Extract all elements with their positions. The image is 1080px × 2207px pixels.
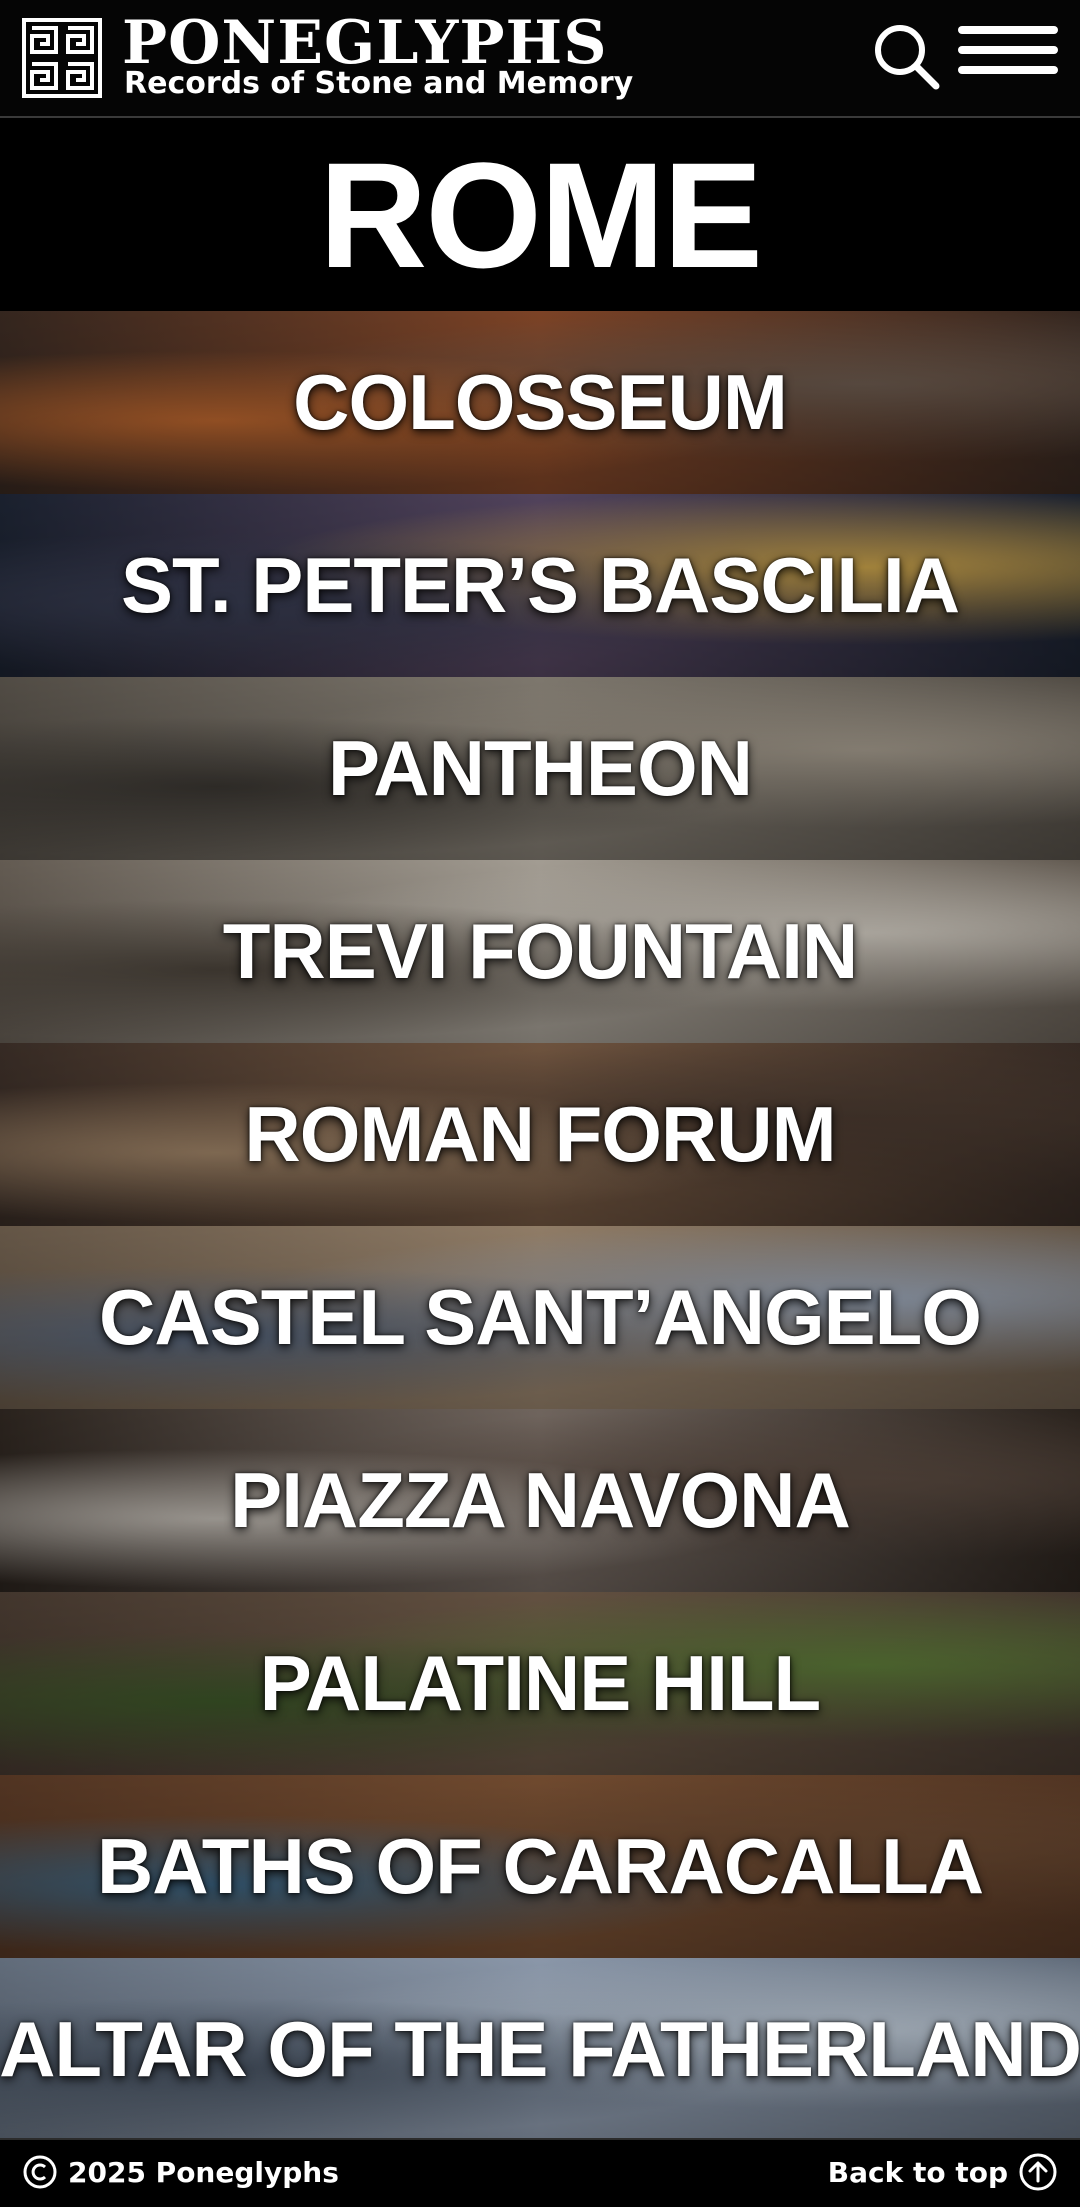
landmark-item-colosseum[interactable]: COLOSSEUM [0, 311, 1080, 494]
landmark-item-roman-forum[interactable]: ROMAN FORUM [0, 1043, 1080, 1226]
site-footer: 2025 Poneglyphs Back to top [0, 2138, 1080, 2207]
landmark-label: ROMAN FORUM [244, 1090, 836, 1178]
landmark-label: BATHS OF CARACALLA [96, 1822, 984, 1910]
landmark-item-palatine-hill[interactable]: PALATINE HILL [0, 1592, 1080, 1775]
landmark-label: PALATINE HILL [259, 1639, 821, 1727]
copyright-icon [23, 2155, 57, 2189]
back-to-top-link[interactable]: Back to top [828, 2152, 1058, 2192]
back-to-top-label: Back to top [827, 2155, 1008, 2189]
glyph-grid-logo-icon[interactable] [22, 18, 102, 98]
landmark-label: PIAZZA NAVONA [230, 1456, 851, 1544]
landmark-label: PANTHEON [328, 724, 753, 812]
landmark-label: TREVI FOUNTAIN [222, 907, 859, 995]
landmark-item-castel-sant-angelo[interactable]: CASTEL SANT’ANGELO [0, 1226, 1080, 1409]
site-header: PONEGLYPHS Records of Stone and Memory [0, 0, 1080, 118]
copyright: 2025 Poneglyphs [22, 2154, 339, 2190]
search-icon[interactable] [870, 20, 942, 92]
landmark-item-st-peter-s-bascilia[interactable]: ST. PETER’S BASCILIA [0, 494, 1080, 677]
landmark-item-trevi-fountain[interactable]: TREVI FOUNTAIN [0, 860, 1080, 1043]
landmark-item-baths-of-caracalla[interactable]: BATHS OF CARACALLA [0, 1775, 1080, 1958]
landmark-label: CASTEL SANT’ANGELO [99, 1273, 982, 1361]
page-title: ROME [0, 120, 1080, 311]
landmark-label: COLOSSEUM [293, 358, 788, 446]
landmark-label: ST. PETER’S BASCILIA [120, 541, 960, 629]
landmark-item-piazza-navona[interactable]: PIAZZA NAVONA [0, 1409, 1080, 1592]
landmark-label: ALTAR OF THE FATHERLAND [0, 2005, 1080, 2093]
landmark-list: COLOSSEUM ST. PETER’S BASCILIA PANTHEON TRE… [0, 311, 1080, 2141]
hamburger-menu-icon[interactable] [958, 26, 1058, 86]
landmark-item-altar-of-the-fatherland[interactable]: ALTAR OF THE FATHERLAND [0, 1958, 1080, 2141]
arrow-up-circle-icon [1019, 2153, 1057, 2191]
brand-tagline: Records of Stone and Memory [124, 66, 634, 101]
landmark-item-pantheon[interactable]: PANTHEON [0, 677, 1080, 860]
copyright-text: 2025 Poneglyphs [68, 2155, 339, 2189]
